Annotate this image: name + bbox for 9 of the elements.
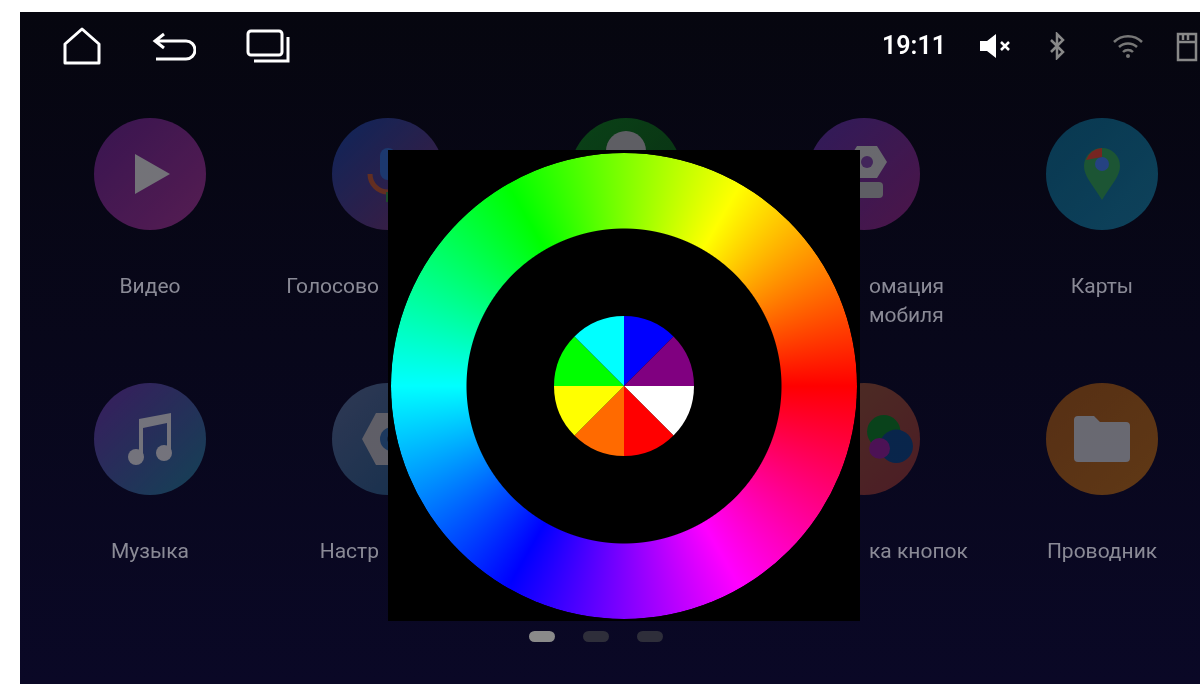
app-label[interactable]: Карты <box>1070 272 1134 330</box>
app-label[interactable]: Музыка <box>111 537 189 595</box>
app-label[interactable]: Проводник <box>1046 537 1158 595</box>
app-label[interactable]: Голосово <box>286 272 379 330</box>
clock-time: 19:11 <box>882 30 946 63</box>
app-label[interactable]: омация мобиля <box>869 272 945 330</box>
app-label[interactable]: ка кнопок <box>869 537 968 595</box>
app-label[interactable]: Видео <box>119 272 181 330</box>
app-label[interactable]: Настр <box>319 537 379 595</box>
